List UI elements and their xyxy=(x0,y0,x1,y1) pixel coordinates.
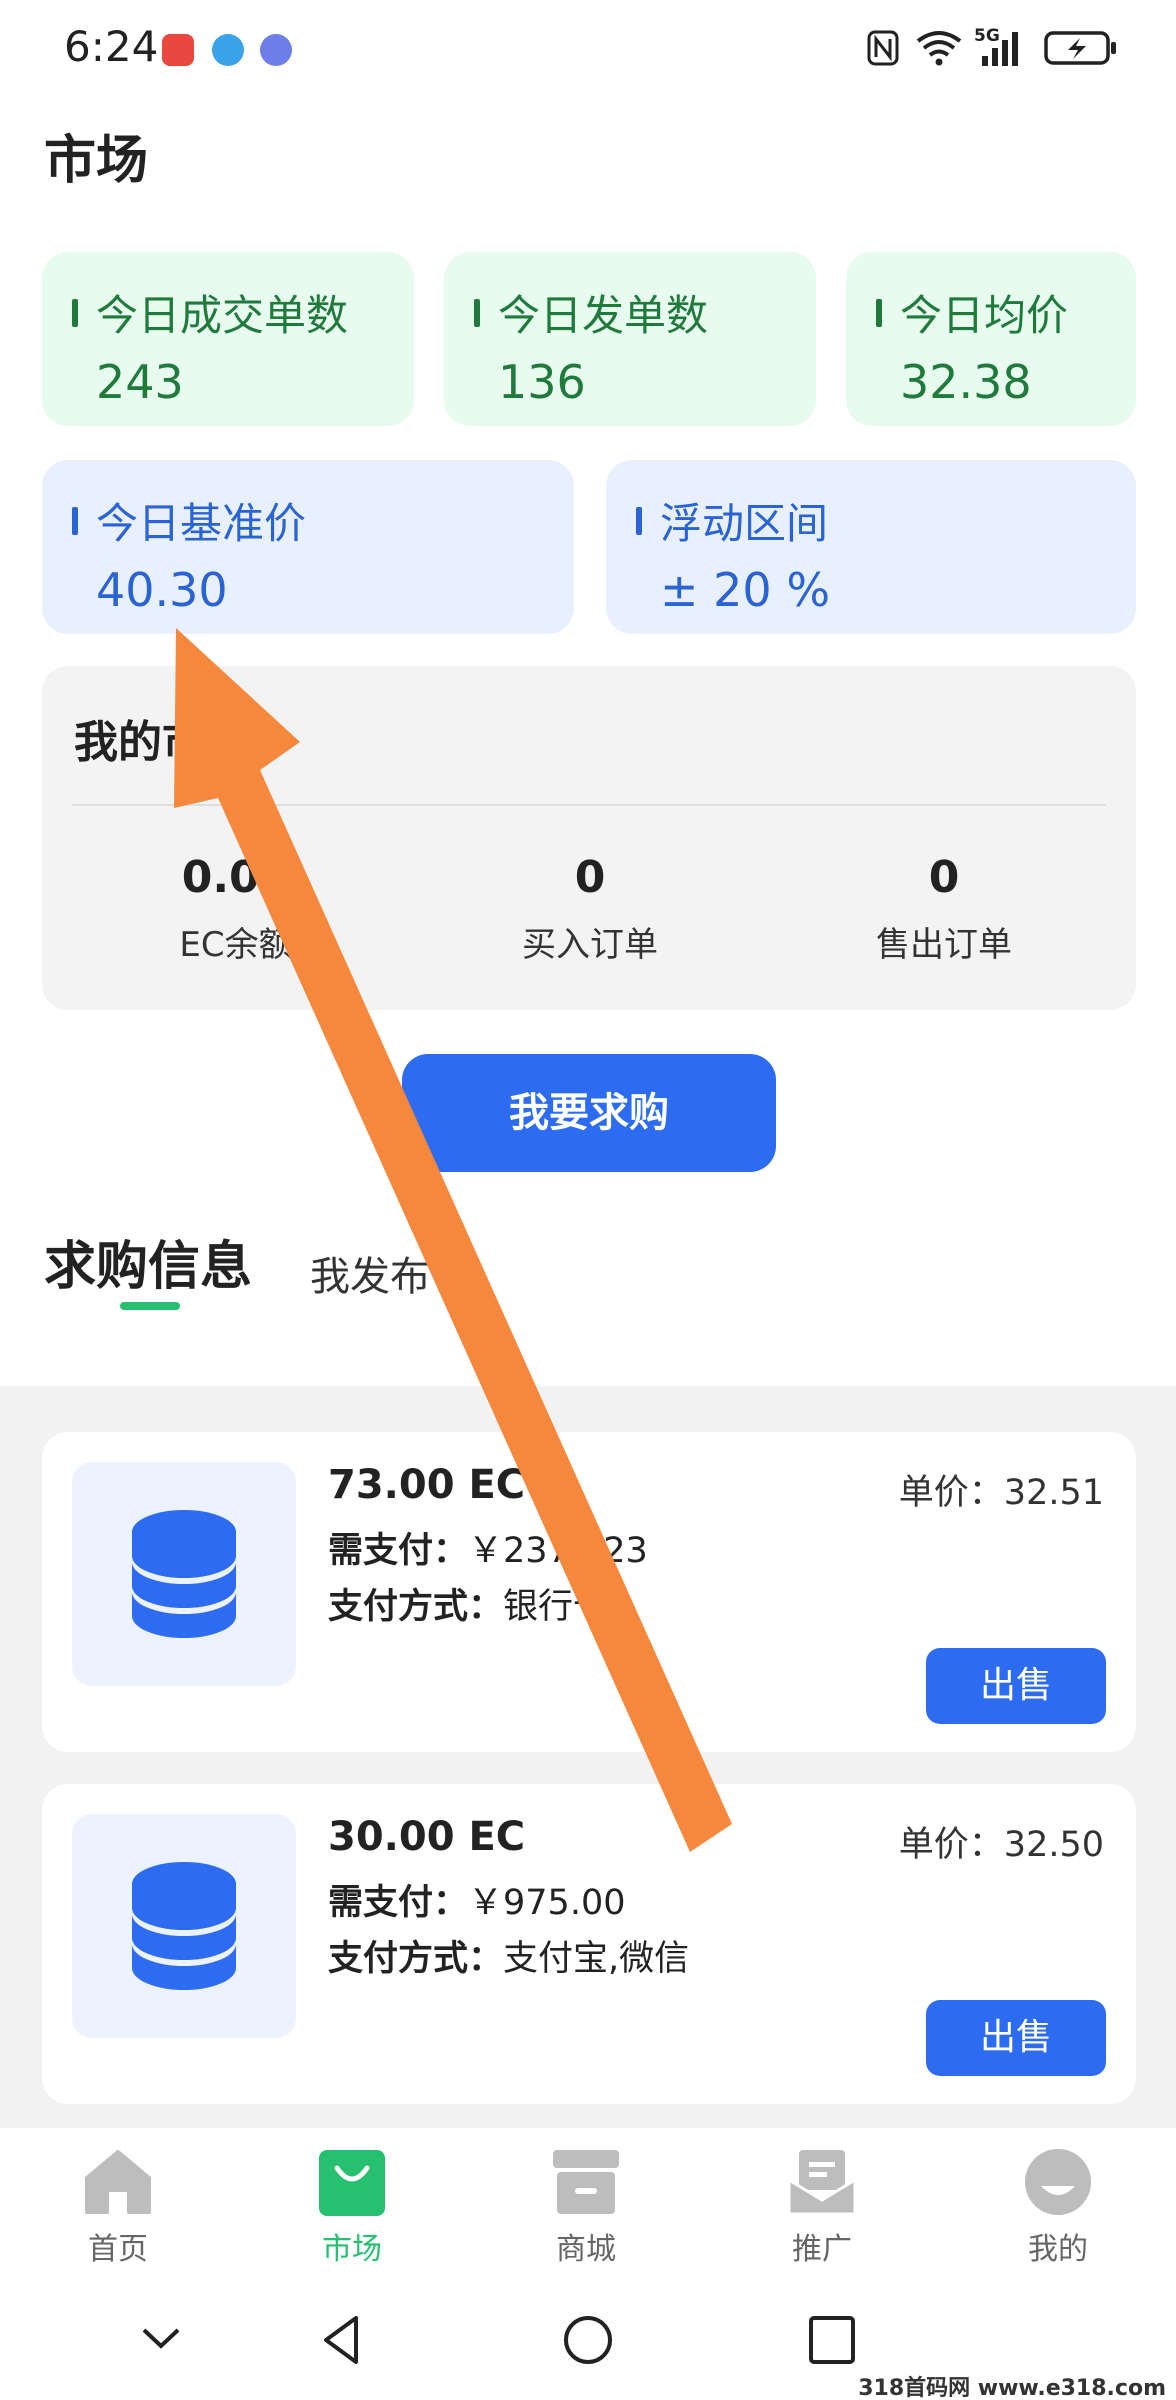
active-tab-indicator xyxy=(120,1302,180,1310)
sell-orders-value: 0 xyxy=(928,852,960,903)
order-card[interactable]: 73.00 EC 需支付：￥2373.23 支付方式：银行卡 单价：32.51 … xyxy=(42,1432,1136,1752)
ec-balance-label: EC余额 xyxy=(179,925,293,965)
order-card[interactable]: 30.00 EC 需支付：￥975.00 支付方式：支付宝,微信 单价：32.5… xyxy=(42,1784,1136,2104)
nav-mall[interactable]: 商城 xyxy=(506,2146,666,2268)
stat-card-range: 浮动区间 ± 20 % xyxy=(606,460,1136,634)
method-label: 支付方式： xyxy=(328,1939,504,1979)
stat-card-avg-price: 今日均价 32.38 xyxy=(846,252,1136,426)
store-icon xyxy=(553,2150,619,2214)
label-bar xyxy=(474,298,480,327)
method-value: 支付宝,微信 xyxy=(503,1939,690,1979)
collapse-chevron-icon[interactable] xyxy=(136,2310,186,2370)
unit-price: 单价：32.50 xyxy=(898,1825,1104,1865)
music-app-icon xyxy=(260,34,292,66)
home-icon xyxy=(85,2150,151,2214)
method-value: 银行卡 xyxy=(503,1587,609,1627)
order-method-line: 支付方式：银行卡 xyxy=(328,1578,608,1629)
sell-orders-stat[interactable]: 0 售出订单 xyxy=(774,852,1114,966)
nav-home-label: 首页 xyxy=(88,2232,148,2267)
shopping-bag-icon xyxy=(319,2150,385,2216)
browser-app-icon xyxy=(212,34,244,66)
divider xyxy=(72,804,1106,806)
huawei-app-icon xyxy=(162,34,194,66)
buy-orders-value: 0 xyxy=(574,852,606,903)
order-pay-line: 需支付：￥2373.23 xyxy=(328,1522,648,1573)
network-type: 5G xyxy=(974,26,1000,46)
status-bar: 6:24 5G xyxy=(0,0,1176,96)
pay-label: 需支付： xyxy=(328,1531,469,1571)
watermark: 318首码网 www.e318.com xyxy=(858,2376,1166,2400)
nav-mine[interactable]: 我的 xyxy=(978,2146,1138,2268)
battery-charging-icon xyxy=(1044,31,1116,65)
my-market-panel: 我的市场 0.00 EC余额 0 买入订单 0 售出订单 xyxy=(42,666,1136,1010)
tab-buy-requests[interactable]: 求购信息 xyxy=(44,1224,252,1299)
label-bar xyxy=(636,506,642,535)
order-method-line: 支付方式：支付宝,微信 xyxy=(328,1930,689,1981)
nav-promote[interactable]: 推广 xyxy=(742,2146,902,2268)
stat-value-orders: 136 xyxy=(498,355,586,409)
pay-value: ￥2373.23 xyxy=(468,1531,648,1571)
nav-market[interactable]: 市场 xyxy=(272,2146,432,2268)
stat-value-base-price: 40.30 xyxy=(96,563,228,617)
label-bar xyxy=(876,298,882,327)
stat-label-base-price: 今日基准价 xyxy=(96,499,307,548)
nav-mine-label: 我的 xyxy=(1028,2232,1088,2267)
sell-orders-label: 售出订单 xyxy=(876,925,1012,965)
stat-card-trades: 今日成交单数 243 xyxy=(42,252,414,426)
ec-balance-stat: 0.00 EC余额 xyxy=(66,852,406,966)
order-list: 73.00 EC 需支付：￥2373.23 支付方式：银行卡 单价：32.51 … xyxy=(0,1386,1176,2128)
nav-mall-label: 商城 xyxy=(556,2232,616,2267)
label-bar xyxy=(72,298,78,327)
tab-my-posts[interactable]: 我发布 xyxy=(310,1244,430,1302)
stat-card-orders: 今日发单数 136 xyxy=(444,252,816,426)
my-market-title: 我的市场 xyxy=(74,717,250,768)
status-icons: 5G xyxy=(866,26,1118,70)
stat-label-trades: 今日成交单数 xyxy=(96,291,349,340)
page-title: 市场 xyxy=(44,131,149,191)
profile-face-icon xyxy=(1025,2149,1091,2215)
sell-button[interactable]: 出售 xyxy=(926,1648,1106,1724)
back-triangle-icon[interactable] xyxy=(316,2310,366,2370)
pay-value: ￥975.00 xyxy=(468,1883,626,1923)
sell-button[interactable]: 出售 xyxy=(926,2000,1106,2076)
buy-orders-stat[interactable]: 0 买入订单 xyxy=(420,852,760,966)
coin-stack-icon xyxy=(72,1814,296,2038)
stat-label-range: 浮动区间 xyxy=(660,499,829,548)
pay-label: 需支付： xyxy=(328,1883,469,1923)
unit-price: 单价：32.51 xyxy=(898,1473,1104,1513)
coin-stack-icon xyxy=(72,1462,296,1686)
signal-icon: 5G xyxy=(974,26,1026,68)
order-pay-line: 需支付：￥975.00 xyxy=(328,1874,625,1925)
method-label: 支付方式： xyxy=(328,1587,504,1627)
nav-home[interactable]: 首页 xyxy=(38,2146,198,2268)
stat-value-avg-price: 32.38 xyxy=(900,355,1032,409)
nav-market-label: 市场 xyxy=(322,2232,382,2267)
stat-label-orders: 今日发单数 xyxy=(498,291,709,340)
buy-orders-label: 买入订单 xyxy=(522,925,658,965)
order-amount: 73.00 EC xyxy=(328,1462,526,1508)
wifi-icon xyxy=(916,31,962,66)
stat-card-base-price: 今日基准价 40.30 xyxy=(42,460,574,634)
stat-value-trades: 243 xyxy=(96,355,184,409)
status-time: 6:24 xyxy=(64,22,159,71)
nav-promote-label: 推广 xyxy=(792,2232,852,2267)
nfc-icon xyxy=(867,30,899,66)
label-bar xyxy=(72,506,78,535)
promote-envelope-icon xyxy=(787,2150,857,2216)
stat-value-range: ± 20 % xyxy=(660,563,831,617)
bottom-nav: 首页 市场 商城 推广 我的 xyxy=(0,2128,1176,2278)
stat-label-avg-price: 今日均价 xyxy=(900,291,1069,340)
ec-balance-value: 0.00 xyxy=(181,852,291,903)
request-buy-button[interactable]: 我要求购 xyxy=(402,1054,776,1172)
recents-square-icon[interactable] xyxy=(806,2310,858,2370)
order-amount: 30.00 EC xyxy=(328,1814,526,1860)
home-circle-icon[interactable] xyxy=(560,2310,616,2370)
